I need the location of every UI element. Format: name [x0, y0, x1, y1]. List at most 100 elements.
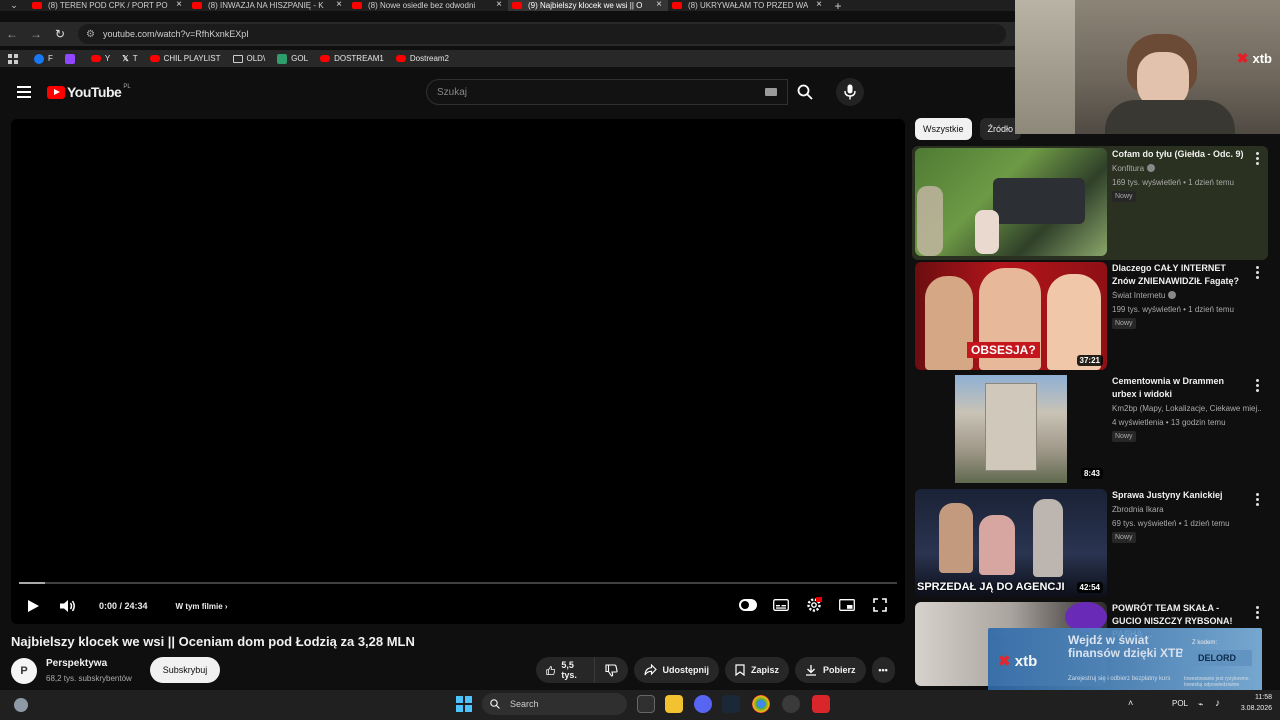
like-button[interactable]: 5,5 tys.: [536, 657, 595, 683]
browser-tab[interactable]: (8) Nowe osiedle bez odwodni ×: [348, 0, 508, 11]
bookmark-twitch[interactable]: [64, 53, 79, 64]
recommendation-item[interactable]: Cofam do tyłu (Giełda - Odc. 9) Konfitur…: [912, 146, 1268, 260]
chrome-icon[interactable]: [752, 695, 770, 713]
keyboard-language[interactable]: POL: [1172, 699, 1188, 708]
chevron-right-icon: ›: [224, 601, 228, 611]
recommendation-channel[interactable]: Zbrodnia Ikara: [1112, 505, 1262, 514]
widgets-icon[interactable]: [14, 698, 28, 712]
xtb-ad-banner[interactable]: ✖ xtb Wejdź w świat finansów dzięki XTB …: [988, 628, 1262, 698]
recommendation-item[interactable]: SPRZEDAŁ JĄ DO AGENCJI 42:54 Sprawa Just…: [912, 487, 1268, 601]
volume-icon[interactable]: [59, 599, 77, 613]
bookmark-dostream1[interactable]: DOSTREAM1: [320, 54, 384, 63]
more-vertical-icon[interactable]: [1256, 606, 1260, 619]
recommendation-channel[interactable]: Km2bp (Mapy, Lokalizacje, Ciekawe miej..…: [1112, 404, 1262, 413]
discord-icon[interactable]: [694, 695, 712, 713]
search-button[interactable]: [788, 79, 822, 105]
bookmark-x[interactable]: 𝕏T: [122, 54, 137, 63]
channel-avatar[interactable]: P: [11, 658, 37, 684]
recommendation-item[interactable]: 8:43 Cementownia w Drammen urbex i widok…: [912, 373, 1268, 487]
tab-list-chevron-icon[interactable]: ⌄: [0, 0, 28, 11]
youtube-favicon-icon: [672, 2, 682, 9]
subscribe-button[interactable]: Subskrybuj: [150, 657, 220, 683]
chapters-button[interactable]: W tym filmie ›: [176, 602, 228, 611]
thumbnail-caption: SPRZEDAŁ JĄ DO AGENCJI: [917, 580, 1065, 593]
more-vertical-icon[interactable]: [1256, 152, 1260, 165]
address-bar[interactable]: ⚙ youtube.com/watch?v=RfhKxnkEXpI: [78, 24, 1006, 44]
network-icon[interactable]: ⌁: [1198, 699, 1203, 710]
share-button[interactable]: Udostępnij: [633, 657, 720, 683]
menu-icon[interactable]: [17, 86, 31, 98]
bookmark-folder-old[interactable]: OLD\: [232, 54, 265, 63]
settings-app-icon[interactable]: [782, 695, 800, 713]
channel-name[interactable]: Perspektywa: [46, 658, 107, 669]
subtitles-button[interactable]: [772, 597, 790, 613]
progress-fill: [19, 582, 46, 584]
recommendation-title[interactable]: Cofam do tyłu (Giełda - Odc. 9): [1112, 148, 1248, 161]
recommendation-item[interactable]: OBSESJA? 37:21 Dlaczego CAŁY INTERNET Zn…: [912, 260, 1268, 374]
autoplay-toggle[interactable]: [739, 597, 757, 613]
search-input[interactable]: Szukaj: [426, 79, 788, 105]
steam-icon[interactable]: [722, 695, 740, 713]
file-explorer-icon[interactable]: [665, 695, 683, 713]
download-button[interactable]: Pobierz: [795, 657, 866, 683]
recommendation-title[interactable]: Dlaczego CAŁY INTERNET Znów ZNIENAWIDZIŁ…: [1112, 262, 1248, 288]
back-icon[interactable]: ←: [0, 27, 24, 41]
recommendation-title[interactable]: Cementownia w Drammen urbex i widoki: [1112, 375, 1248, 401]
more-vertical-icon[interactable]: [1256, 492, 1260, 506]
close-tab-icon[interactable]: ×: [336, 0, 342, 10]
browser-tab[interactable]: (8) INWAZJA NA HISZPANIĘ - K ×: [188, 0, 348, 11]
volume-tray-icon[interactable]: ♪: [1215, 698, 1220, 709]
video-thumbnail[interactable]: OBSESJA? 37:21: [915, 261, 1107, 370]
settings-button[interactable]: [805, 597, 823, 613]
recommendation-channel[interactable]: Świat Internetu: [1112, 290, 1262, 300]
more-actions-button[interactable]: •••: [871, 657, 895, 683]
video-thumbnail[interactable]: 8:43: [915, 375, 1107, 483]
gol-icon: [277, 53, 288, 64]
tray-chevron-up-icon[interactable]: ˄: [1128, 698, 1133, 708]
video-thumbnail[interactable]: SPRZEDAŁ JĄ DO AGENCJI 42:54: [915, 488, 1107, 597]
taskbar-search[interactable]: Search: [482, 693, 627, 715]
bookmark-youtube[interactable]: Y: [90, 54, 110, 63]
more-vertical-icon[interactable]: [1256, 265, 1260, 279]
youtube-favicon-icon: [192, 2, 202, 9]
forward-icon[interactable]: →: [24, 27, 48, 41]
keyboard-icon[interactable]: [765, 88, 777, 96]
close-tab-icon[interactable]: ×: [816, 0, 822, 10]
bookmark-gol[interactable]: GOL: [277, 53, 308, 64]
bookmark-dostream2[interactable]: Dostream2: [395, 54, 449, 63]
youtube-logo[interactable]: YouTube PL: [47, 84, 131, 100]
browser-tab[interactable]: (8) UKRYWAŁAM TO PRZED WA ×: [668, 0, 828, 11]
red-app-icon[interactable]: [812, 695, 830, 713]
video-thumbnail[interactable]: [915, 148, 1107, 256]
taskbar-clock[interactable]: 11:58 3.08.2026: [1241, 692, 1272, 714]
new-tab-button[interactable]: +: [828, 0, 848, 13]
dislike-button[interactable]: [595, 657, 628, 683]
bookmark-chil-playlist[interactable]: CHIL PLAYLIST: [149, 54, 221, 63]
chip-all[interactable]: Wszystkie: [915, 118, 972, 140]
close-tab-icon[interactable]: ×: [656, 0, 662, 10]
more-vertical-icon[interactable]: [1256, 379, 1260, 392]
fullscreen-button[interactable]: [871, 597, 889, 613]
tab-label: (8) INWAZJA NA HISZPANIĘ - K: [208, 1, 324, 10]
like-dislike-group: 5,5 tys.: [536, 657, 628, 683]
voice-search-button[interactable]: [836, 78, 864, 106]
save-button[interactable]: Zapisz: [725, 657, 790, 683]
browser-tab-active[interactable]: (9) Najbielszy klocek we wsi || O ×: [508, 0, 668, 11]
apps-grid-icon[interactable]: [8, 53, 18, 64]
person-shirt-shape: [1105, 100, 1235, 134]
reload-icon[interactable]: ↻: [48, 27, 72, 41]
video-progress-bar[interactable]: [19, 582, 897, 584]
task-view-icon[interactable]: [637, 695, 655, 713]
site-info-icon[interactable]: ⚙: [86, 29, 95, 40]
browser-tab[interactable]: (8) TEREN POD CPK / PORT PO ×: [28, 0, 188, 11]
close-tab-icon[interactable]: ×: [496, 0, 502, 10]
recommendation-title[interactable]: Sprawa Justyny Kanickiej: [1112, 489, 1248, 502]
play-button[interactable]: [27, 600, 39, 612]
close-tab-icon[interactable]: ×: [176, 0, 182, 10]
start-button[interactable]: [456, 696, 472, 712]
bookmark-facebook[interactable]: F: [34, 53, 53, 64]
video-player[interactable]: 0:00 / 24:34 W tym filmie ›: [11, 119, 905, 624]
recommendation-channel[interactable]: Konfitura: [1112, 164, 1262, 173]
window-shape: [1015, 0, 1075, 134]
miniplayer-button[interactable]: [838, 597, 856, 613]
